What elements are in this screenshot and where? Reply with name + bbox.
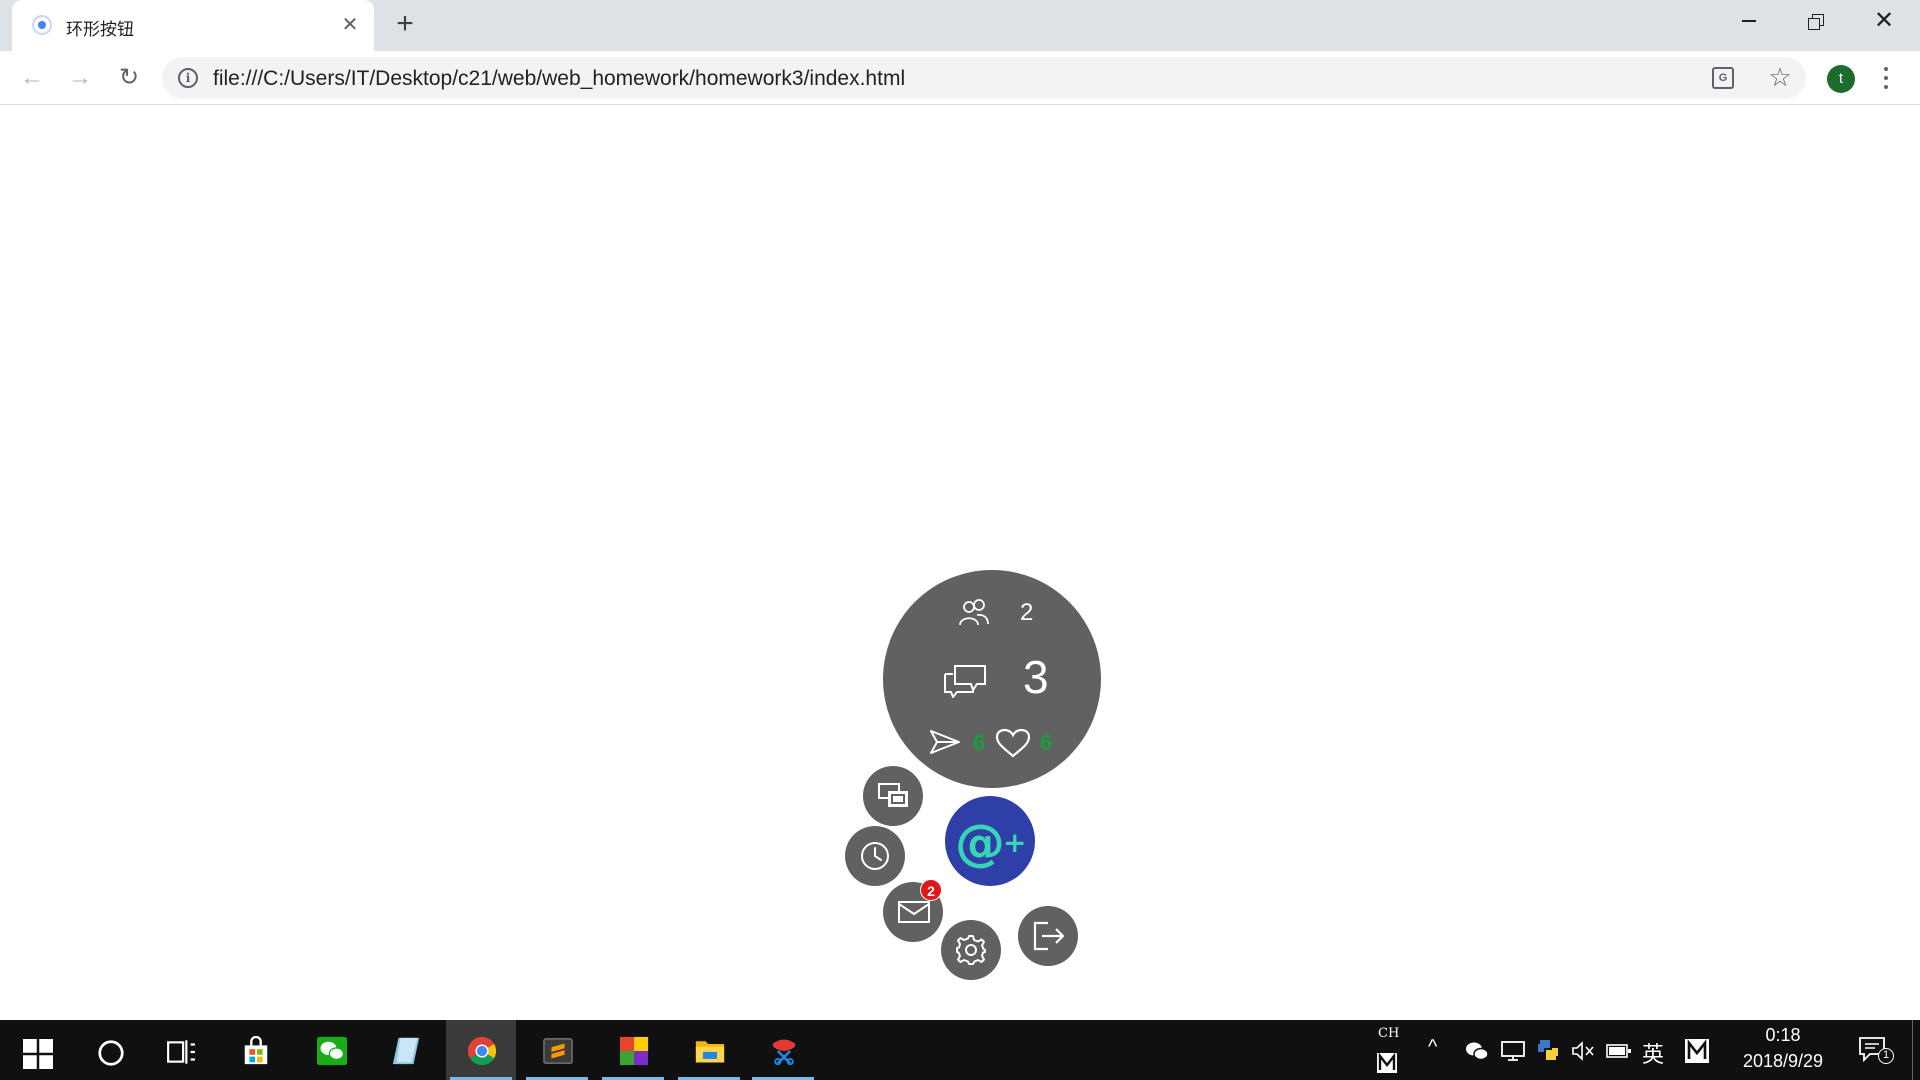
mail-button[interactable]: 2 [883,879,943,942]
forward-button[interactable]: → [65,63,95,93]
tray-wechat-icon[interactable] [1464,1040,1490,1062]
settings-button[interactable] [941,920,1001,980]
taskbar-store[interactable] [220,1020,290,1080]
logout-icon [1033,921,1065,951]
browser-tab[interactable]: 环形按钮 ✕ [12,0,374,51]
taskbar-wechat[interactable] [296,1020,366,1080]
gear-icon [956,935,986,965]
taskbar-sublime[interactable] [522,1020,592,1080]
show-hidden-icons-icon[interactable]: ^ [1428,1036,1437,1059]
mail-icon [898,901,930,923]
browser-tab-strip: 环形按钮 ✕ + ✕ [0,0,1920,51]
notification-count-badge: 1 [1878,1048,1894,1064]
stats-bubble: 2 3 6 6 [883,570,1101,788]
window-restore-button[interactable] [1782,0,1850,42]
address-bar[interactable]: i file:///C:/Users/IT/Desktop/c21/web/we… [162,57,1806,99]
page-content: 2 3 6 6 2 @ + [0,106,1920,1020]
clock-date[interactable]: 2018/9/29 [1728,1051,1838,1072]
input-language-label[interactable]: 英 [1642,1037,1664,1069]
logout-button[interactable] [1018,906,1078,966]
volume-muted-icon[interactable] [1570,1040,1596,1062]
ime-m-icon[interactable] [1376,1052,1398,1074]
heart-icon [995,728,1031,758]
taskbar-chrome[interactable] [446,1020,516,1080]
clock-time[interactable]: 0:18 [1748,1025,1818,1046]
clock-icon [861,842,889,870]
task-view-button[interactable] [144,1020,214,1080]
site-info-icon[interactable]: i [178,68,198,88]
chrome-icon [467,1036,497,1066]
svg-text:+: + [1003,826,1026,859]
notepad-icon [392,1037,420,1065]
followers-icon [959,599,989,626]
network-icon[interactable] [1500,1040,1526,1062]
taskbar-notepad[interactable] [370,1020,440,1080]
windows-taskbar: CH ^ 英 0:18 2018/9/29 1 [0,1020,1920,1080]
window-switch-button[interactable] [863,766,923,826]
windows-logo-icon [23,1039,53,1069]
taskbar-office[interactable] [598,1020,668,1080]
browser-menu-icon[interactable] [1874,63,1898,93]
taskbar-snipping-tool[interactable] [748,1020,818,1080]
window-minimize-button[interactable] [1714,0,1782,42]
shares-count: 6 [973,730,986,755]
ime-short-label[interactable]: CH [1378,1026,1399,1041]
profile-avatar[interactable]: t [1827,65,1855,93]
task-view-icon [167,1040,195,1064]
likes-count: 6 [1040,730,1053,755]
tab-favicon-icon [32,15,52,35]
history-button[interactable] [845,826,905,886]
back-button[interactable]: ← [17,63,47,93]
url-text[interactable]: file:///C:/Users/IT/Desktop/c21/web/web_… [213,67,905,91]
battery-icon[interactable] [1606,1042,1632,1060]
start-button[interactable] [0,1020,70,1080]
screens-icon [878,783,908,807]
sublime-icon [543,1038,573,1064]
python-icon[interactable] [1536,1038,1560,1062]
wechat-icon [317,1036,347,1066]
at-plus-icon: @ + [955,814,1026,870]
main-ring-button[interactable]: @ + [945,796,1035,886]
svg-text:@: @ [955,814,1005,870]
browser-toolbar: ← → ↻ i file:///C:/Users/IT/Desktop/c21/… [0,51,1920,105]
cortana-search-button[interactable] [72,1020,142,1080]
office-apps-icon [619,1036,649,1066]
tab-title: 环形按钮 [66,20,134,39]
show-desktop-divider[interactable] [1912,1020,1913,1080]
taskbar-explorer[interactable] [674,1020,744,1080]
followers-count: 2 [1020,599,1034,626]
new-tab-button[interactable]: + [390,9,420,40]
messages-icon [944,665,986,698]
tab-close-button[interactable]: ✕ [338,13,362,37]
reload-button[interactable]: ↻ [114,63,144,93]
window-close-button[interactable]: ✕ [1850,0,1918,42]
messages-count: 3 [1023,651,1049,703]
send-icon [930,730,960,754]
store-icon [244,1036,268,1065]
translate-icon[interactable]: G [1712,67,1734,89]
mail-badge: 2 [920,879,942,901]
snipping-tool-icon [772,1039,796,1066]
bookmark-star-icon[interactable]: ☆ [1766,63,1794,91]
search-circle-icon [98,1040,124,1066]
folder-icon [695,1041,725,1063]
ime-mode-m-icon[interactable] [1684,1038,1710,1064]
action-center-button[interactable]: 1 [1856,1034,1896,1068]
